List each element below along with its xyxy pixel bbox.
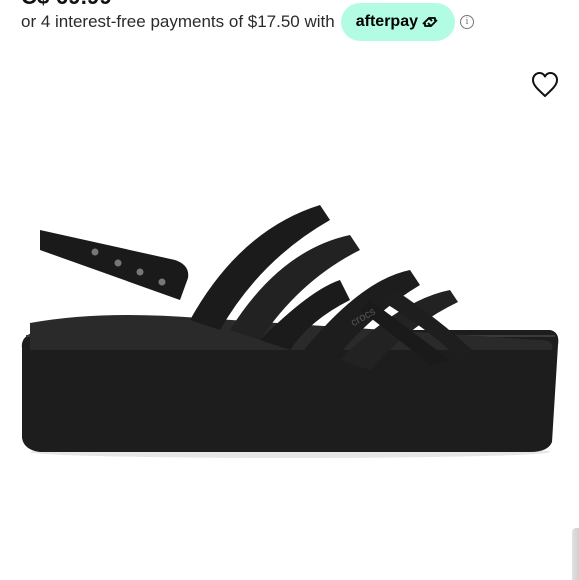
afterpay-badge[interactable]: afterpay <box>340 3 455 41</box>
info-icon[interactable]: i <box>459 15 474 29</box>
product-image: crocs <box>21 205 559 458</box>
favorite-button[interactable] <box>530 70 560 100</box>
afterpay-text: or 4 interest-free payments of $17.50 wi… <box>21 12 335 31</box>
afterpay-badge-label: afterpay <box>355 13 418 30</box>
heart-icon <box>532 72 558 97</box>
side-panel-edge <box>572 528 579 580</box>
afterpay-installments: or 4 interest-free payments of $17.50 wi… <box>21 3 474 41</box>
afterpay-arrows-icon <box>422 17 438 27</box>
